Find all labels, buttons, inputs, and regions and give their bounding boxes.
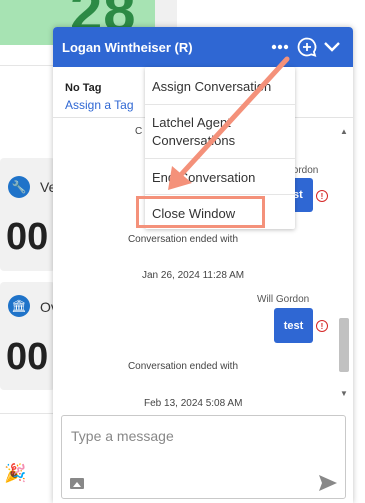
message-timestamp: Feb 13, 2024 5:08 AM [144, 398, 243, 409]
error-icon[interactable]: ! [316, 190, 328, 202]
divider [0, 413, 55, 414]
stat-value-2: 00 [6, 336, 49, 378]
divider [0, 65, 55, 66]
message-bubble: test [274, 308, 313, 343]
menu-item-end-conversation[interactable]: End Conversation [145, 159, 295, 195]
party-icon: 🎉 [4, 463, 27, 483]
scroll-down-icon[interactable]: ▼ [340, 389, 348, 398]
menu-item-assign-conversation[interactable]: Assign Conversation [145, 67, 295, 105]
image-icon[interactable] [70, 478, 84, 489]
stat-value-1: 00 [6, 216, 49, 258]
bank-icon: 🏛 [8, 295, 30, 317]
error-icon[interactable]: ! [316, 320, 328, 332]
stat-card-1[interactable]: 🔧 Ve 00 [0, 158, 56, 271]
more-icon[interactable] [269, 36, 291, 58]
annotation-highlight [136, 196, 265, 228]
wrench-icon: 🔧 [8, 176, 30, 198]
system-message: Conversation ended with [127, 234, 239, 245]
menu-item-latchel-agent-conversations[interactable]: Latchel Agent Conversations [145, 105, 295, 159]
message-input[interactable]: Type a message [61, 415, 346, 499]
chevron-down-icon[interactable] [321, 36, 343, 58]
menu-item-label: Latchel Agent Conversations [152, 115, 236, 148]
send-icon[interactable] [318, 474, 338, 492]
scrollbar-thumb[interactable] [339, 318, 349, 372]
tag-label: No Tag [65, 82, 102, 94]
stat-card-2[interactable]: 🏛 Ov 00 [0, 282, 58, 390]
scrollbar[interactable]: ▲ ▼ [338, 125, 350, 403]
assign-tag-link[interactable]: Assign a Tag [65, 98, 134, 112]
menu-item-label: End Conversation [152, 170, 256, 185]
message-sender: Will Gordon [257, 294, 310, 305]
scroll-up-icon[interactable]: ▲ [340, 127, 348, 136]
system-message: Conversation ended with [127, 361, 239, 372]
message-timestamp: Jan 26, 2024 11:28 AM [142, 270, 245, 281]
message-input-placeholder: Type a message [71, 428, 174, 444]
menu-item-label: Assign Conversation [152, 79, 272, 94]
new-conversation-icon[interactable] [296, 36, 318, 58]
chat-title: Logan Wintheiser (R) [62, 40, 193, 55]
chat-header: Logan Wintheiser (R) [53, 27, 353, 67]
